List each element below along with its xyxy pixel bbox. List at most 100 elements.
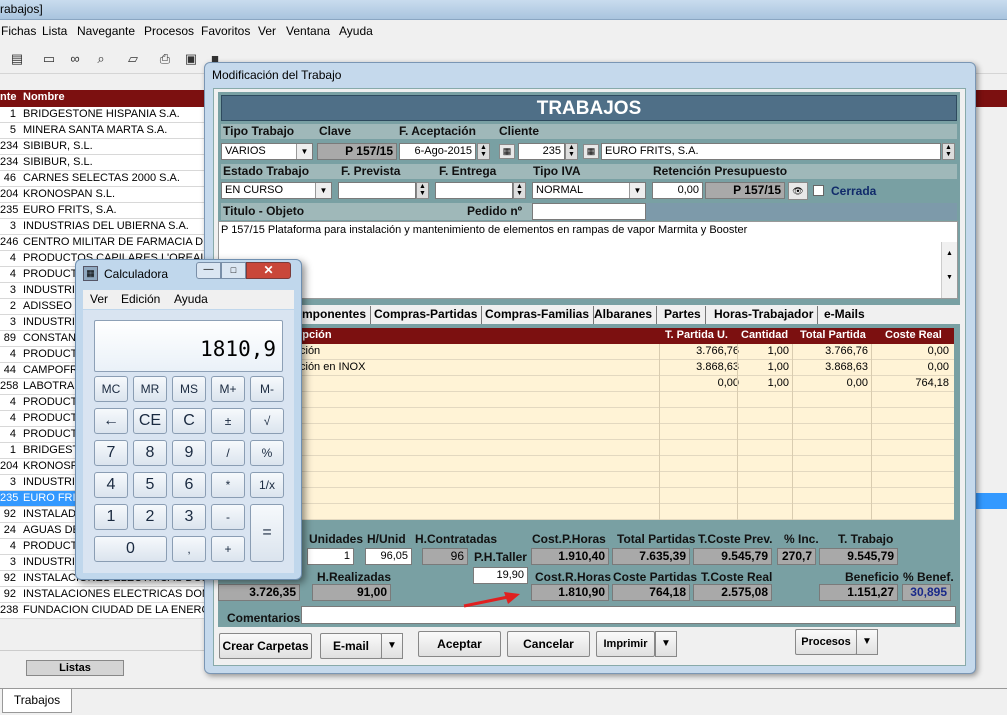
eraser-icon[interactable]: ▱ — [124, 50, 142, 68]
menu-lista[interactable]: Lista — [42, 24, 67, 38]
calc-menu-ver[interactable]: Ver — [90, 292, 108, 306]
retencion-field[interactable]: 0,00 — [652, 182, 703, 199]
table-row[interactable] — [218, 504, 954, 520]
table-row[interactable] — [218, 456, 954, 472]
tab-componentes[interactable]: mponentes — [298, 306, 372, 324]
calc-key[interactable]: * — [211, 472, 245, 498]
scrollbar[interactable]: ▲ ▼ — [941, 242, 957, 298]
tipo-trabajo-select[interactable]: VARIOS ▼ — [221, 143, 313, 160]
calc-key[interactable]: MC — [94, 376, 128, 402]
calc-key[interactable]: MR — [133, 376, 167, 402]
table-row[interactable] — [218, 472, 954, 488]
calc-key[interactable]: ← — [94, 408, 128, 434]
menu-navegante[interactable]: Navegante — [77, 24, 135, 38]
list-item[interactable]: 238 FUNDACION CIUDAD DE LA ENERG — [0, 603, 210, 619]
cliente-name-field[interactable]: EURO FRITS, S.A. — [601, 143, 941, 160]
print-icon[interactable]: ⎙ — [156, 50, 174, 68]
cliente-number-field[interactable]: 235 — [518, 143, 565, 160]
tipo-iva-select[interactable]: NORMAL ▼ — [532, 182, 646, 199]
table-row[interactable]: ción 3.766,76 1,00 3.766,76 0,00 — [218, 344, 954, 360]
f-entrega-field[interactable] — [435, 182, 513, 199]
calc-key[interactable]: ± — [211, 408, 245, 434]
imprimir-button[interactable]: Imprimir — [596, 631, 655, 657]
menu-ver[interactable]: Ver — [258, 24, 276, 38]
menu-ventana[interactable]: Ventana — [286, 24, 330, 38]
calc-key[interactable]: M+ — [211, 376, 245, 402]
f-prevista-field[interactable] — [338, 182, 416, 199]
menu-procesos[interactable]: Procesos — [144, 24, 194, 38]
calc-key[interactable]: 9 — [172, 440, 206, 466]
menu-favoritos[interactable]: Favoritos — [201, 24, 250, 38]
eye-icon[interactable]: 👁 — [788, 182, 808, 200]
tab-horas-trabajador[interactable]: Horas-Trabajador — [710, 306, 819, 324]
binoculars-icon[interactable]: ∞ — [66, 50, 84, 68]
chevron-down-icon[interactable]: ▼ — [629, 183, 645, 198]
chevron-down-icon[interactable]: ▼ — [315, 183, 331, 198]
calc-key[interactable]: - — [211, 504, 245, 530]
calc-key[interactable]: 3 — [172, 504, 206, 530]
calc-key[interactable]: 0 — [94, 536, 167, 562]
prevista-spinner-icon[interactable]: ▲ ▼ — [416, 182, 429, 199]
menu-fichas[interactable]: Fichas — [1, 24, 36, 38]
tab-compras-familias[interactable]: Compras-Familias — [481, 306, 595, 324]
f-aceptacion-field[interactable]: 6-Ago-2015 — [399, 143, 476, 160]
crear-carpetas-button[interactable]: Crear Carpetas — [219, 633, 312, 659]
cerrada-checkbox[interactable] — [813, 185, 824, 196]
calc-key[interactable]: % — [250, 440, 284, 466]
tab-compras-partidas[interactable]: Compras-Partidas — [370, 306, 483, 324]
table-row[interactable] — [218, 488, 954, 504]
calc-key[interactable]: = — [250, 504, 284, 562]
calc-key[interactable]: C — [172, 408, 206, 434]
list-item[interactable]: 204 KRONOSPAN S.L. — [0, 187, 210, 203]
tab-trabajos[interactable]: Trabajos — [2, 689, 72, 713]
aceptar-button[interactable]: Aceptar — [418, 631, 501, 657]
cliente-lookup-icon[interactable]: ▦ — [583, 144, 599, 159]
list-item[interactable]: 5 MINERA SANTA MARTA S.A. — [0, 123, 210, 139]
calc-menu-ayuda[interactable]: Ayuda — [174, 292, 208, 306]
calc-key[interactable]: √ — [250, 408, 284, 434]
calc-key[interactable]: 1/x — [250, 472, 284, 498]
search-icon[interactable]: ⌕ — [92, 50, 110, 68]
chevron-down-icon[interactable]: ▼ — [296, 144, 312, 159]
list-item[interactable]: 234 SIBIBUR, S.L. — [0, 139, 210, 155]
calc-key[interactable]: 5 — [133, 472, 167, 498]
table-row[interactable]: ción en INOX 3.868,63 1,00 3.868,63 0,00 — [218, 360, 954, 376]
email-dropdown-icon[interactable]: ▼ — [381, 633, 403, 659]
close-icon[interactable]: ✕ — [246, 262, 291, 279]
list-item[interactable]: 1 BRIDGESTONE HISPANIA S.A. — [0, 107, 210, 123]
calc-key[interactable]: 1 — [94, 504, 128, 530]
pedido-field[interactable] — [532, 203, 646, 220]
table-row[interactable] — [218, 424, 954, 440]
ph-taller-field[interactable]: 19,90 — [473, 567, 528, 584]
list-item[interactable]: 3 INDUSTRIAS DEL UBIERNA S.A. — [0, 219, 210, 235]
calc-menu-edicion[interactable]: Edición — [121, 292, 160, 306]
cliente-spinner-icon[interactable]: ▲ ▼ — [565, 143, 578, 160]
tab-partes[interactable]: Partes — [660, 306, 706, 324]
listas-button[interactable]: Listas — [26, 660, 124, 676]
table-row[interactable] — [218, 392, 954, 408]
descripcion-textarea[interactable]: P 157/15 Plataforma para instalación y m… — [218, 221, 958, 299]
paste-icon[interactable]: ▤ — [8, 50, 26, 68]
tab-albaranes[interactable]: Albaranes — [590, 306, 658, 324]
menu-ayuda[interactable]: Ayuda — [339, 24, 373, 38]
email-button[interactable]: E-mail — [320, 633, 382, 659]
calc-key[interactable]: 6 — [172, 472, 206, 498]
entrega-spinner-icon[interactable]: ▲ ▼ — [513, 182, 526, 199]
date-spinner-icon[interactable]: ▲ ▼ — [477, 143, 490, 160]
minimize-icon[interactable]: — — [196, 262, 221, 279]
unidades-field[interactable]: 1 — [307, 548, 354, 565]
cancelar-button[interactable]: Cancelar — [507, 631, 590, 657]
calc-key[interactable]: M- — [250, 376, 284, 402]
window-icon[interactable]: ▭ — [40, 50, 58, 68]
calc-key[interactable]: 8 — [133, 440, 167, 466]
calc-key[interactable]: MS — [172, 376, 206, 402]
tab-emails[interactable]: e-Mails — [820, 306, 869, 324]
h-unid-field[interactable]: 96,05 — [365, 548, 412, 565]
list-item[interactable]: 235 EURO FRITS, S.A. — [0, 203, 210, 219]
calc-key[interactable]: 7 — [94, 440, 128, 466]
cliente-name-spinner-icon[interactable]: ▲ ▼ — [942, 143, 955, 160]
list-item[interactable]: 92 INSTALACIONES ELECTRICAS DOM — [0, 587, 210, 603]
maximize-icon[interactable]: □ — [221, 262, 246, 279]
list-item[interactable]: 234 SIBIBUR, S.L. — [0, 155, 210, 171]
imprimir-dropdown-icon[interactable]: ▼ — [655, 631, 677, 657]
